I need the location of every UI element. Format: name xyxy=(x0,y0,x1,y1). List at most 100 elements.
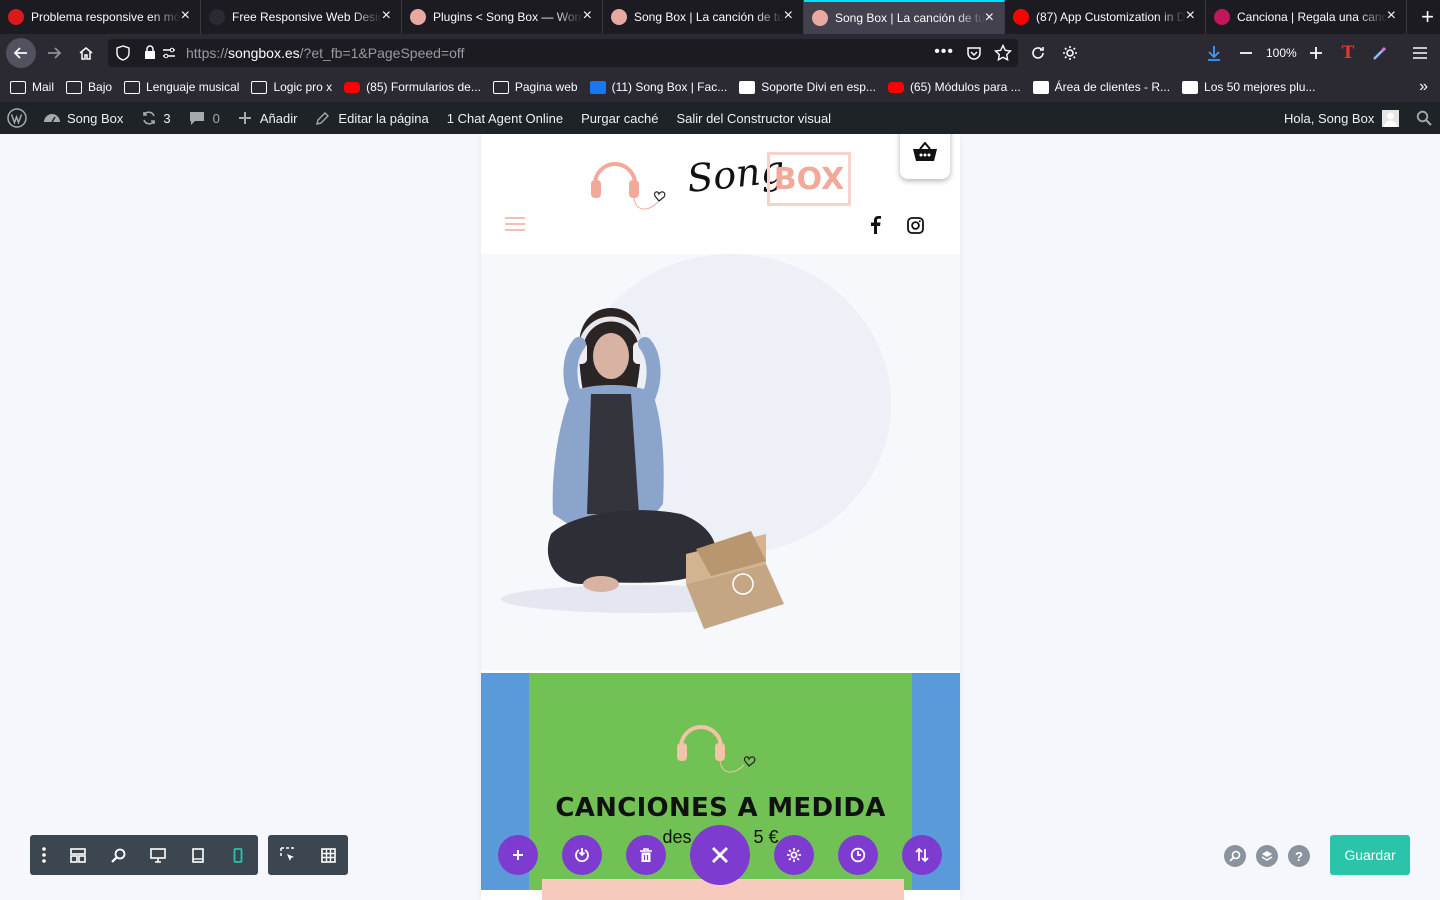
browser-tab[interactable]: Song Box | La canción de tu vida× xyxy=(603,0,804,34)
browser-tab[interactable]: Canciona | Regala una canción × xyxy=(1206,0,1407,34)
site-favicon-icon xyxy=(739,80,756,94)
cart-button[interactable] xyxy=(900,134,950,179)
wp-exit-builder[interactable]: Salir del Constructor visual xyxy=(676,111,831,126)
forward-button[interactable] xyxy=(40,39,68,67)
bookmark-item[interactable]: Logic pro x xyxy=(251,80,332,94)
tab-close-icon[interactable]: × xyxy=(985,10,994,26)
divi-selection-bar xyxy=(268,835,348,875)
portability-button[interactable] xyxy=(562,835,602,875)
browser-tab[interactable]: Problema responsive en móvil × xyxy=(0,0,201,34)
facebook-icon[interactable] xyxy=(869,216,881,234)
extension-t-icon[interactable]: T xyxy=(1334,39,1362,67)
url-path: /?et_fb=1&PageSpeed=off xyxy=(299,45,465,61)
youtube-icon xyxy=(344,81,361,93)
bookmark-label: Área de clientes - R... xyxy=(1054,80,1171,94)
tab-title: (87) App Customization in Divi xyxy=(1036,10,1186,24)
bookmark-item[interactable]: (11) Song Box | Fac... xyxy=(589,80,727,94)
zoom-out-button[interactable] xyxy=(1232,39,1260,67)
grid-mode-button[interactable] xyxy=(308,835,348,875)
section-heading: CANCIONES A MEDIDA xyxy=(555,793,886,823)
extension-settings-button[interactable] xyxy=(1056,39,1084,67)
bookmark-item[interactable]: (65) Módulos para ... xyxy=(887,80,1021,94)
settings-menu-button[interactable] xyxy=(30,835,58,875)
browser-tab[interactable]: Plugins < Song Box — WordPress× xyxy=(402,0,603,34)
bookmark-item[interactable]: Pagina web xyxy=(492,80,578,94)
desktop-view-button[interactable] xyxy=(138,835,178,875)
tab-close-icon[interactable]: × xyxy=(784,8,793,24)
url-bar[interactable]: https://songbox.es/?et_fb=1&PageSpeed=of… xyxy=(108,39,1018,67)
help-button[interactable]: ? xyxy=(1288,845,1310,867)
pocket-icon[interactable] xyxy=(966,45,982,61)
tab-close-icon[interactable]: × xyxy=(181,8,190,24)
reload-icon xyxy=(1032,47,1044,59)
bookmark-item[interactable]: (85) Formularios de... xyxy=(344,80,481,94)
page-actions-icon[interactable]: ••• xyxy=(934,43,954,61)
tablet-icon xyxy=(192,847,204,863)
bookmark-item[interactable]: Mail xyxy=(10,80,54,94)
bookmark-star-icon[interactable] xyxy=(994,44,1012,62)
zoom-level[interactable]: 100% xyxy=(1266,46,1297,60)
site-logo[interactable]: Song BOX xyxy=(589,146,851,226)
wp-updates[interactable]: 3 xyxy=(141,110,171,126)
bookmarks-overflow-icon[interactable]: » xyxy=(1419,78,1428,96)
bookmark-label: Logic pro x xyxy=(273,80,333,94)
color-picker-button[interactable] xyxy=(1366,39,1394,67)
phone-view-button[interactable] xyxy=(218,835,258,875)
click-mode-button[interactable] xyxy=(268,835,308,875)
layers-button[interactable] xyxy=(1256,845,1278,867)
wp-site-name[interactable]: Song Box xyxy=(43,110,123,126)
power-icon xyxy=(575,848,589,863)
wp-user-menu[interactable]: Hola, Song Box xyxy=(1284,110,1400,127)
home-button[interactable] xyxy=(72,39,100,67)
price-prefix: des xyxy=(662,827,692,847)
sort-sections-button[interactable] xyxy=(902,835,942,875)
browser-tab[interactable]: (87) App Customization in Divi × xyxy=(1005,0,1206,34)
tab-close-icon[interactable]: × xyxy=(1186,8,1195,24)
tab-close-icon[interactable]: × xyxy=(382,8,391,24)
bookmark-item[interactable]: Los 50 mejores plu... xyxy=(1182,80,1315,94)
find-replace-button[interactable] xyxy=(1224,845,1246,867)
clear-layout-button[interactable] xyxy=(626,835,666,875)
tab-close-icon[interactable]: × xyxy=(583,8,592,24)
eyedropper-icon xyxy=(1373,46,1387,60)
tablet-view-button[interactable] xyxy=(178,835,218,875)
back-button[interactable] xyxy=(6,38,36,68)
bookmark-item[interactable]: Lenguaje musical xyxy=(124,80,239,94)
wp-chat-agent[interactable]: 1 Chat Agent Online xyxy=(447,111,563,126)
search-icon xyxy=(1416,110,1432,126)
mobile-menu-icon[interactable] xyxy=(505,216,525,232)
zoom-in-button[interactable] xyxy=(1302,39,1330,67)
wp-search[interactable] xyxy=(1416,110,1432,126)
bookmark-item[interactable]: Bajo xyxy=(66,80,112,94)
menu-button[interactable] xyxy=(1406,39,1434,67)
browser-tab[interactable]: Free Responsive Web Design × xyxy=(201,0,402,34)
reload-button[interactable] xyxy=(1024,39,1052,67)
history-button[interactable] xyxy=(838,835,878,875)
arrow-right-icon xyxy=(48,47,62,59)
instagram-icon[interactable] xyxy=(907,217,924,234)
tab-close-icon[interactable]: × xyxy=(1387,8,1396,24)
bookmark-item[interactable]: Soporte Divi en esp... xyxy=(739,80,876,94)
close-page-actions-button[interactable] xyxy=(690,825,750,885)
browser-tab[interactable]: Song Box | La canción de tu vida× xyxy=(804,0,1005,34)
arrow-left-icon xyxy=(13,47,27,59)
wireframe-view-button[interactable] xyxy=(58,835,98,875)
new-tab-button[interactable]: + xyxy=(1415,0,1440,34)
tab-title: Canciona | Regala una canción xyxy=(1237,10,1387,24)
page-settings-button[interactable] xyxy=(774,835,814,875)
wp-purge-cache[interactable]: Purgar caché xyxy=(581,111,658,126)
permissions-icon xyxy=(163,47,175,59)
wp-comments[interactable]: 0 xyxy=(189,111,220,126)
save-button[interactable]: Guardar xyxy=(1330,835,1410,875)
wp-add-new[interactable]: Añadir xyxy=(238,111,297,126)
tab-favicon-icon xyxy=(611,9,627,25)
hero-image xyxy=(481,254,960,670)
wp-edit-page[interactable]: Editar la página xyxy=(315,111,429,126)
downloads-button[interactable] xyxy=(1200,39,1228,67)
wp-logo-icon[interactable] xyxy=(7,108,27,128)
headphones-logo-icon xyxy=(591,162,666,210)
add-section-button[interactable] xyxy=(498,835,538,875)
bookmark-item[interactable]: Área de clientes - R... xyxy=(1032,80,1171,94)
zoom-view-button[interactable] xyxy=(98,835,138,875)
gear-icon xyxy=(787,848,801,862)
